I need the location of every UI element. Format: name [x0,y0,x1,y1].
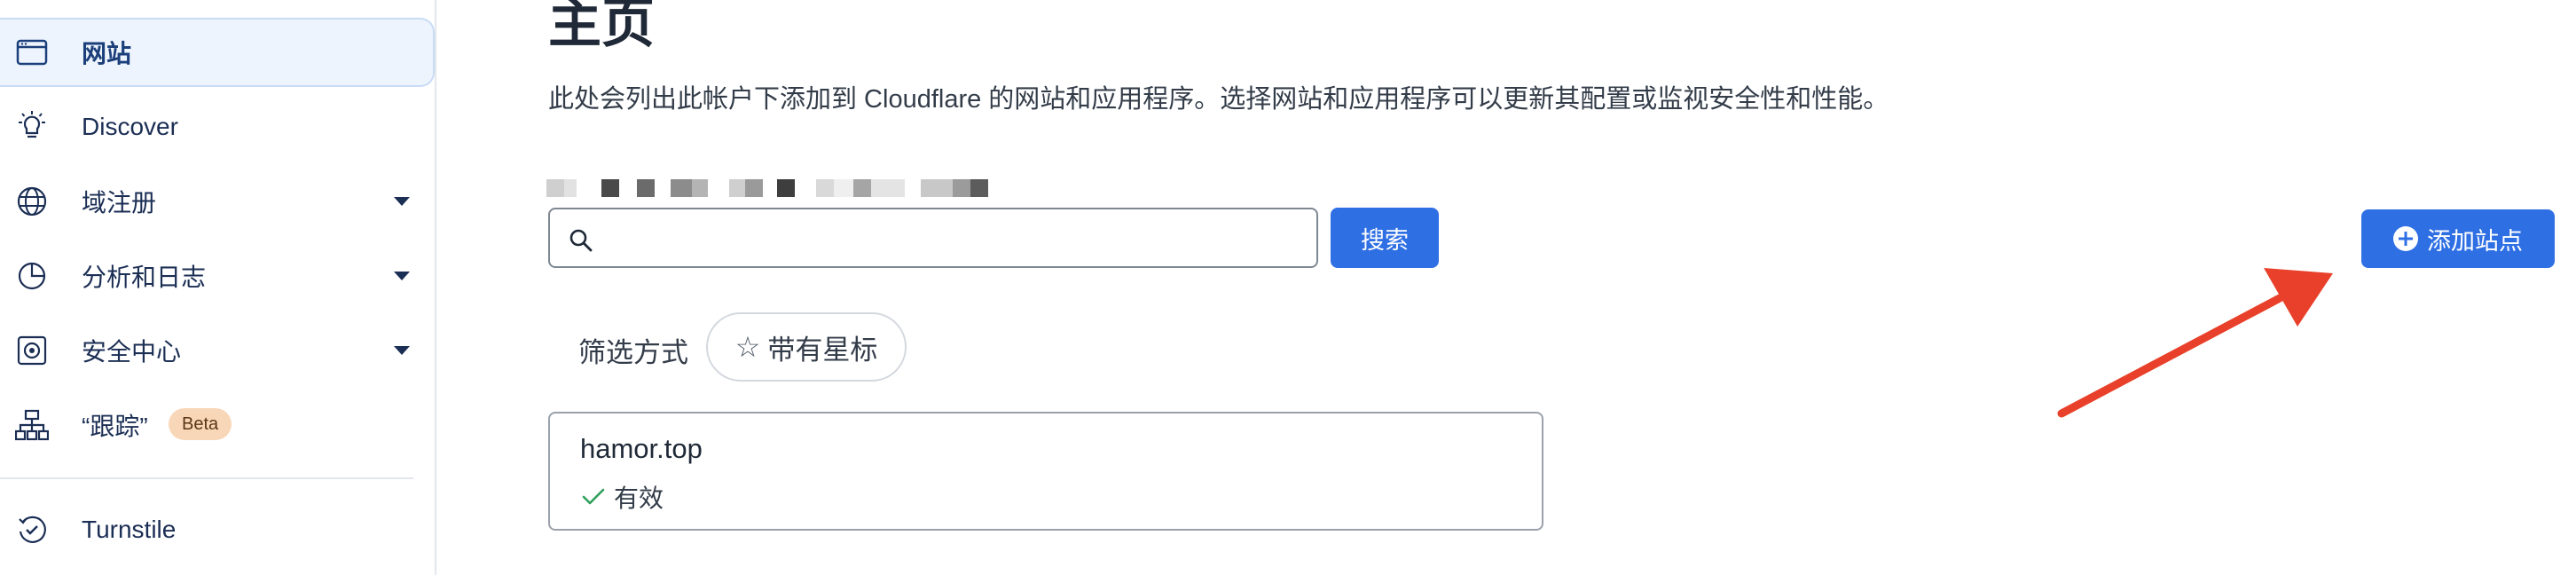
sidebar-item-websites[interactable]: 网站 [0,18,435,87]
starred-filter-chip[interactable]: ☆ 带有星标 [706,312,907,382]
lightbulb-icon [14,109,50,145]
page-description: 此处会列出此帐户下添加到 Cloudflare 的网站和应用程序。选择网站和应用… [548,85,1889,114]
redacted-account-name [546,179,1034,197]
site-status: 有效 [580,479,664,515]
page-title: 主页 [548,0,655,53]
chevron-down-icon[interactable] [394,272,410,280]
plus-circle-icon [2393,226,2418,251]
browser-window-icon [14,35,50,70]
annotation-arrow [2057,268,2333,418]
starred-filter-label: 带有星标 [767,334,878,366]
sitemap-icon [14,407,50,443]
sidebar-item-label: 网站 [82,40,132,67]
chevron-down-icon[interactable] [394,346,410,355]
search-input[interactable] [607,218,1299,259]
chevron-down-icon[interactable] [394,197,410,206]
sidebar-item-turnstile[interactable]: Turnstile [0,495,435,564]
sidebar-item-label: “跟踪” [82,413,148,440]
site-card[interactable]: hamor.top 有效 [548,412,1543,531]
sidebar-item-label: 安全中心 [82,338,182,366]
globe-icon [14,184,50,219]
sidebar: 网站 Discover 域注册 分析和日志 安全中心 “跟踪” Beta Tur… [0,0,436,575]
sidebar-item-domain-registration[interactable]: 域注册 [0,167,435,236]
add-site-button[interactable]: 添加站点 [2361,209,2555,268]
filter-label: 筛选方式 [578,337,688,368]
shield-vault-icon [14,333,50,368]
sidebar-item-label: Turnstile [82,516,177,543]
star-icon: ☆ [734,331,761,363]
sidebar-divider [0,477,413,479]
check-icon [580,484,607,510]
sidebar-item-label: 域注册 [82,189,157,217]
pie-chart-icon [14,258,50,294]
sidebar-item-label: 分析和日志 [82,264,207,291]
sidebar-item-discover[interactable]: Discover [0,92,435,161]
turnstile-icon [14,512,50,547]
beta-badge: Beta [169,408,232,440]
search-icon [568,227,594,254]
sidebar-item-security-center[interactable]: 安全中心 [0,316,435,385]
sidebar-item-analytics-logs[interactable]: 分析和日志 [0,241,435,311]
search-button[interactable]: 搜索 [1331,208,1439,268]
sidebar-item-trace[interactable]: “跟踪” Beta [0,390,435,460]
add-site-label: 添加站点 [2427,227,2523,255]
site-status-label: 有效 [614,484,664,512]
site-name[interactable]: hamor.top [580,433,703,465]
search-field[interactable] [548,208,1318,268]
sidebar-item-label: Discover [82,113,178,140]
